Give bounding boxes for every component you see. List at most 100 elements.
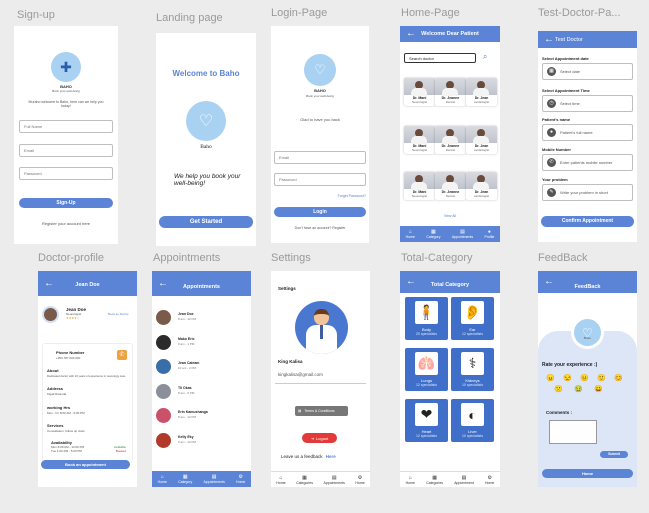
nav-home[interactable]: ⌂ Home (406, 229, 415, 239)
logout-icon: ⇥ (310, 435, 315, 441)
doctor-card[interactable]: Dr. Mani Neurologist (404, 78, 435, 106)
list-item[interactable]: Tli Okas 8 am - 5 PM (156, 384, 247, 402)
comments-textarea[interactable] (549, 420, 597, 444)
phone-icon[interactable]: ✆ (117, 350, 127, 360)
nav-home[interactable]: ⌂ Home (158, 474, 167, 484)
emoji-rating-icon[interactable]: 🤢 (574, 385, 583, 393)
doctor-coat (411, 182, 427, 190)
nav-appointments[interactable]: ▤ Appointments (323, 475, 344, 485)
emoji-rating-icon[interactable]: 😊 (614, 374, 623, 382)
doctor-card[interactable]: Dr. Mani Neurologist (404, 172, 435, 200)
bottom-nav: ⌂ Home ▦ Categories ▤ Appointment ⚙ Home (400, 471, 500, 487)
feedback-link[interactable]: Here (326, 454, 336, 459)
forgot-password-link[interactable]: Forget Password? (338, 194, 366, 198)
field-value: Enter patients mobile number (560, 160, 613, 165)
emoji-rating-icon[interactable]: 😒 (563, 374, 572, 382)
password-field[interactable]: Password (19, 167, 113, 180)
list-item[interactable]: Kelly Eky 9 am - 12 PM (156, 433, 247, 451)
feedback-screen: ← FeedBack ♡ Baho Rate your experience :… (538, 271, 637, 487)
category-card[interactable]: ◐ Liver 10 specialists (451, 399, 494, 442)
brand-tagline: Book your well-being (306, 94, 334, 98)
nav-category[interactable]: ▦ Category (426, 229, 440, 239)
form-field[interactable]: ◷ Select time (542, 95, 633, 112)
availability-row: Tue 1:00 PM - 5:00 PM (51, 449, 82, 453)
list-item[interactable]: Jean Caleam 10 am - 2 PM (156, 359, 247, 377)
feedback-prompt: Leave us a feedback Here (281, 454, 336, 459)
doctor-card[interactable]: Dr. Jeanne Dentist (435, 126, 466, 154)
emoji-rating-icon[interactable]: 😐 (580, 374, 589, 382)
submit-button[interactable]: Submit (600, 451, 628, 458)
form-field[interactable]: ● Patient's full name (542, 124, 633, 141)
doctor-specialty: cardiologist (473, 194, 490, 198)
doctor-card[interactable]: Dr. Jean cardiologist (466, 78, 497, 106)
nav-home-2[interactable]: ⚙ Home (485, 475, 494, 485)
organ-icon: 👂 (461, 301, 484, 324)
nav-home-2[interactable]: ⚙ Home (355, 475, 364, 485)
home-button[interactable]: Home (542, 469, 633, 478)
view-all-link[interactable]: View All (400, 214, 500, 218)
home-header: ← Welcome Dear Patient (400, 26, 500, 42)
form-field[interactable]: ✆ Enter patients mobile number (542, 154, 633, 171)
signup-button[interactable]: Sign-Up (19, 198, 113, 208)
category-card[interactable]: 👂 Ear 12 specialists (451, 297, 494, 340)
doctor-card[interactable]: Dr. Jeanne Dentist (435, 172, 466, 200)
nav-appointments[interactable]: ▤ Appointments (203, 474, 224, 484)
login-email-field[interactable]: Email (274, 151, 366, 164)
avatar (156, 384, 171, 399)
book-appointment-button[interactable]: Book an appointment (41, 460, 130, 469)
nav-category-label: Category (178, 480, 193, 484)
book-doctor-link[interactable]: Book an Doctor (108, 312, 129, 316)
list-item[interactable]: Erin Kamushanga 8 am - 12 PM (156, 408, 247, 426)
nav-profile[interactable]: ● Profile (484, 229, 494, 239)
doctor-card[interactable]: Dr. Jeanne Dentist (435, 78, 466, 106)
appointment-time: 8 am - 12 PM (178, 317, 197, 321)
settings-screen: Settings King Kalisa kingkalisa@gmail.co… (271, 271, 370, 487)
doctor-card[interactable]: Dr. Jean cardiologist (466, 126, 497, 154)
register-link[interactable]: Register your account here (14, 221, 118, 226)
register-link[interactable]: Don't have an account? Register (271, 226, 369, 230)
appointment-name: Kelly Eky (178, 435, 194, 439)
login-password-field[interactable]: Password (274, 173, 366, 186)
nav-categories[interactable]: ▦ Categories (426, 475, 443, 485)
phone-value: +250 787 000 000 (56, 356, 81, 360)
frame-label-feedback: FeedBack (538, 252, 588, 264)
category-card[interactable]: 🫁 Lungs 12 specialists (405, 348, 448, 391)
address-value: Kigali Rwanda (47, 392, 67, 396)
organ-icon: 🧍 (415, 301, 438, 324)
doctor-specialty: cardiologist (473, 100, 490, 104)
category-card[interactable]: ❤ Heart 12 specialists (405, 399, 448, 442)
emoji-rating-icon[interactable]: 🙁 (554, 385, 563, 393)
category-card[interactable]: ⚕ Kidneys 10 specialists (451, 348, 494, 391)
search-icon[interactable]: ⌕ (483, 52, 487, 62)
nav-categories[interactable]: ▦ Categories (296, 475, 313, 485)
nav-profile[interactable]: ⚙ Home (236, 474, 245, 484)
terms-button[interactable]: ▤ Terms & Conditions (295, 406, 348, 416)
emoji-rating-icon[interactable]: 😀 (594, 385, 603, 393)
emoji-rating-icon[interactable]: 😠 (546, 374, 555, 382)
category-card[interactable]: 🧍 Body 20 specialists (405, 297, 448, 340)
form-field[interactable]: ▦ Select date (542, 63, 633, 80)
confirm-appointment-button[interactable]: Confirm Appointment (541, 216, 634, 227)
doctor-card[interactable]: Dr. Jean cardiologist (466, 172, 497, 200)
nav-home[interactable]: ⌂ Home (276, 475, 285, 485)
nav-appointment[interactable]: ▤ Appointment (454, 475, 474, 485)
email-field[interactable]: Email (19, 144, 113, 157)
login-button[interactable]: Login (274, 207, 366, 217)
form-field[interactable]: ✎ Write your problem in short (542, 184, 633, 201)
back-arrow-icon[interactable]: ← (544, 34, 554, 45)
search-input[interactable]: Search doctor (404, 53, 476, 63)
fullname-field[interactable]: Full Name (19, 120, 113, 133)
get-started-button[interactable]: Get Started (159, 216, 253, 228)
logout-button[interactable]: ⇥ Logout (302, 433, 337, 443)
emoji-rating-icon[interactable]: 🙂 (597, 374, 606, 382)
nav-category[interactable]: ▦ Category (178, 474, 192, 484)
comments-label: Comments : (546, 410, 573, 415)
avatar (156, 335, 171, 350)
appointment-time: 10 am - 2 PM (178, 366, 197, 370)
doctor-card[interactable]: Dr. Mani Neurologist (404, 126, 435, 154)
list-item[interactable]: Mako Eric 9 am - 1 PM (156, 335, 247, 353)
list-item[interactable]: Jean Doe 8 am - 12 PM (156, 310, 247, 328)
nav-home[interactable]: ⌂ Home (406, 475, 415, 485)
phone-label: Phone Number (56, 350, 85, 355)
nav-appointments[interactable]: ▤ Appointments (452, 229, 473, 239)
